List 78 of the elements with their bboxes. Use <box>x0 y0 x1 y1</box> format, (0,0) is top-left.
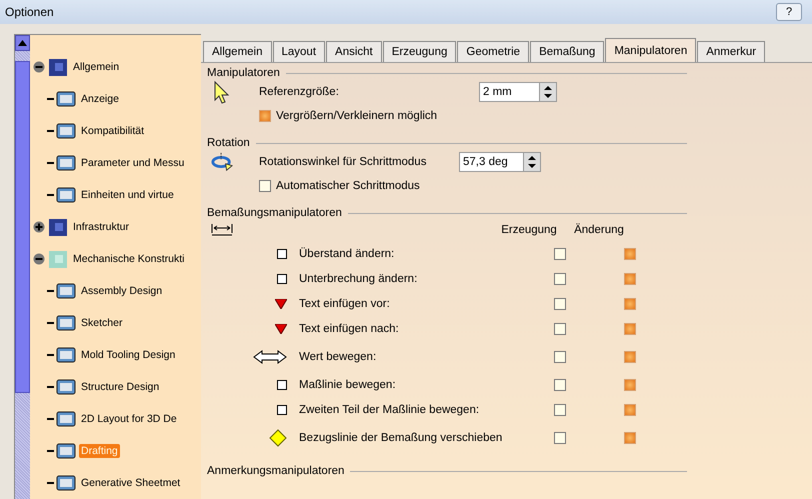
dimension-icon <box>211 223 233 237</box>
tree-item[interactable]: Assembly Design <box>79 284 164 298</box>
tree-item[interactable]: Structure Design <box>79 380 162 394</box>
square-handle-icon <box>277 274 287 284</box>
checkbox[interactable] <box>554 432 566 444</box>
expand-icon[interactable] <box>33 221 47 233</box>
option-label: Unterbrechung ändern: <box>299 272 418 284</box>
diamond-handle-icon <box>269 428 287 446</box>
triangle-handle-icon <box>275 298 287 308</box>
scroll-up-button[interactable] <box>15 35 30 51</box>
tab[interactable]: Allgemein <box>203 41 272 62</box>
checkbox[interactable] <box>259 110 271 122</box>
column-header: Änderung <box>573 224 625 236</box>
tree-item[interactable]: Infrastruktur <box>71 220 132 234</box>
collapse-icon[interactable] <box>33 253 47 265</box>
checkbox[interactable] <box>624 298 636 310</box>
tree-item[interactable]: Allgemein <box>71 60 122 74</box>
tab[interactable]: Geometrie <box>457 41 530 62</box>
checkbox[interactable] <box>554 404 566 416</box>
angle-spinbox[interactable]: 57,3 deg <box>459 152 541 172</box>
option-label: Zweiten Teil der Maßlinie bewegen: <box>299 404 480 416</box>
option-label: Maßlinie bewegen: <box>299 378 397 390</box>
up-arrow-icon <box>18 40 27 46</box>
checkbox[interactable] <box>554 322 566 334</box>
square-handle-icon <box>277 404 287 414</box>
scrollbar[interactable] <box>15 35 30 499</box>
checkbox[interactable] <box>554 378 566 390</box>
checkbox[interactable] <box>554 248 566 260</box>
group-title: Rotation <box>207 137 250 149</box>
field-label: Referenzgröße: <box>259 86 340 98</box>
size-spinbox[interactable]: 2 mm <box>479 82 557 102</box>
tree-item[interactable]: Kompatibilität <box>79 124 146 138</box>
scroll-thumb[interactable] <box>15 61 30 393</box>
checkbox[interactable] <box>624 350 636 362</box>
tree-item[interactable]: 2D Layout for 3D De <box>79 412 179 426</box>
tab[interactable]: Bemaßung <box>530 41 604 62</box>
tab[interactable]: Anmerkur <box>697 41 766 62</box>
checkbox[interactable] <box>624 248 636 260</box>
checkbox[interactable] <box>554 350 566 362</box>
column-header: Erzeugung <box>500 224 558 236</box>
checkbox-label: Automatischer Schrittmodus <box>276 180 420 192</box>
field-label: Rotationswinkel für Schrittmodus <box>259 156 428 168</box>
tree-item[interactable]: Einheiten und virtue <box>79 188 176 202</box>
tab[interactable]: Layout <box>272 41 326 62</box>
tree-item[interactable]: Mold Tooling Design <box>79 348 178 362</box>
tree-item[interactable]: Anzeige <box>79 92 121 106</box>
tab[interactable]: Ansicht <box>326 41 382 62</box>
group-title: Bemaßungsmanipulatoren <box>207 207 342 219</box>
checkbox[interactable] <box>624 272 636 284</box>
help-button[interactable]: ? <box>776 3 802 21</box>
checkbox-label: Vergrößern/Verkleinern möglich <box>276 110 438 122</box>
triangle-handle-icon <box>275 324 287 334</box>
rotation-icon <box>211 151 233 173</box>
tree-item[interactable]: Sketcher <box>79 316 124 330</box>
checkbox[interactable] <box>624 378 636 390</box>
group-title: Anmerkungsmanipulatoren <box>207 465 344 477</box>
tab[interactable]: Manipulatoren <box>605 38 696 62</box>
square-handle-icon <box>277 380 287 390</box>
square-handle-icon <box>277 248 287 258</box>
checkbox[interactable] <box>554 272 566 284</box>
window-title: Optionen <box>5 5 54 19</box>
tree-item[interactable]: Generative Sheetmet <box>79 476 182 490</box>
checkbox[interactable] <box>624 322 636 334</box>
group-title: Manipulatoren <box>207 67 280 79</box>
checkbox[interactable] <box>554 298 566 310</box>
option-label: Text einfügen nach: <box>299 322 400 334</box>
tree-item[interactable]: Parameter und Messu <box>79 156 186 170</box>
checkbox[interactable] <box>259 180 271 192</box>
option-label: Wert bewegen: <box>299 350 378 362</box>
checkbox[interactable] <box>624 404 636 416</box>
option-label: Bezugslinie der Bemaßung verschieben <box>299 432 504 444</box>
option-label: Text einfügen vor: <box>299 298 391 310</box>
tab[interactable]: Erzeugung <box>382 41 456 62</box>
tree-item[interactable]: Mechanische Konstrukti <box>71 252 186 266</box>
option-label: Überstand ändern: <box>299 248 396 260</box>
collapse-icon[interactable] <box>33 61 47 73</box>
double-arrow-icon <box>253 350 287 364</box>
checkbox[interactable] <box>624 432 636 444</box>
